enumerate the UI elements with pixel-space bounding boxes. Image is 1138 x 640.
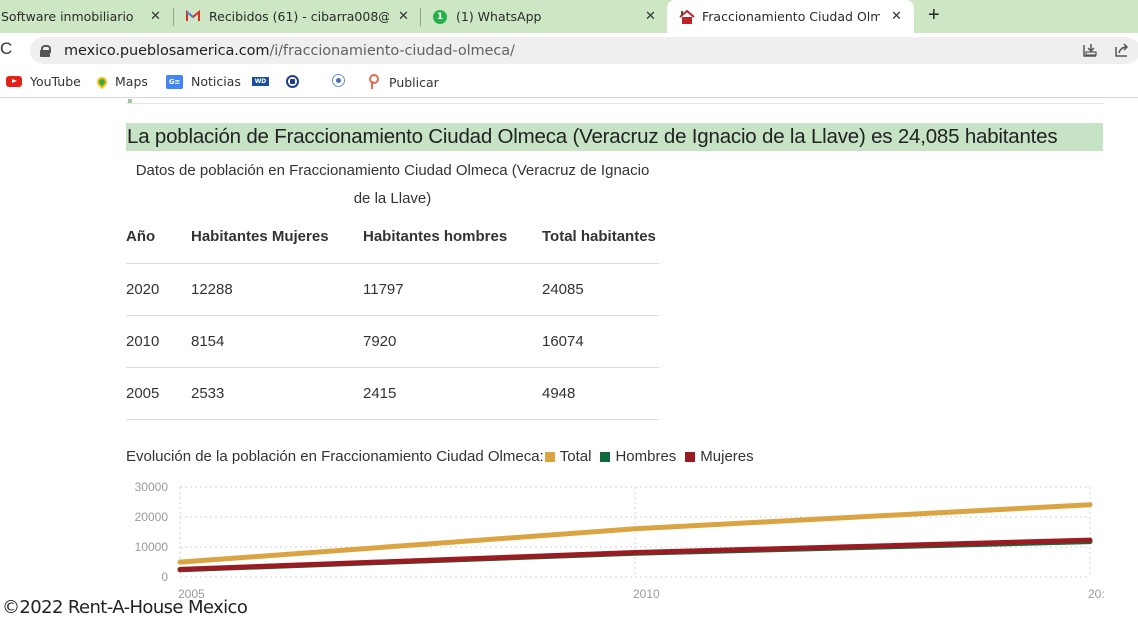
share-icon[interactable] bbox=[1114, 42, 1130, 62]
tab-fraccionamiento-active[interactable]: Fraccionamiento Ciudad Olmeca ✕ bbox=[667, 0, 914, 33]
header-women: Habitantes Mujeres bbox=[191, 211, 363, 264]
bookmark-label: Noticias bbox=[191, 74, 241, 89]
y-tick-label: 10000 bbox=[135, 540, 169, 554]
y-tick-label: 20000 bbox=[135, 510, 169, 524]
bookmark-label: Maps bbox=[115, 74, 148, 89]
cell-men: 7920 bbox=[363, 315, 542, 368]
cell-women: 8154 bbox=[191, 315, 363, 368]
youtube-icon bbox=[6, 76, 22, 87]
cell-year: 2005 bbox=[126, 367, 191, 420]
house-icon bbox=[679, 9, 695, 24]
population-table: Año Habitantes Mujeres Habitantes hombre… bbox=[126, 211, 659, 420]
bookmark-label: YouTube bbox=[30, 74, 81, 89]
table-row: 2020 12288 11797 24085 bbox=[126, 263, 659, 316]
watermark: ©2022 Rent-A-House Mexico bbox=[2, 597, 248, 618]
maps-pin-icon bbox=[94, 74, 110, 89]
lock-icon[interactable] bbox=[40, 44, 51, 57]
x-tick-label: 2010 bbox=[633, 587, 660, 601]
legend-swatch-mujeres bbox=[685, 451, 696, 462]
wd-icon: WD bbox=[252, 77, 269, 86]
bookmark-location[interactable] bbox=[332, 74, 353, 87]
page-content: La población de Fraccionamiento Ciudad O… bbox=[0, 99, 1138, 640]
tab-title: Fraccionamiento Ciudad Olmeca bbox=[702, 9, 880, 24]
url-path: /i/fraccionamiento-ciudad-olmeca/ bbox=[269, 42, 515, 59]
series-line-mujeres bbox=[177, 537, 1093, 572]
tab-title: Software inmobiliario bbox=[1, 9, 134, 24]
cell-year: 2010 bbox=[126, 315, 191, 368]
chart-heading: Evolución de la población en Fraccionami… bbox=[126, 448, 762, 465]
url-input[interactable]: mexico.pueblosamerica.com/i/fraccionamie… bbox=[30, 37, 1138, 64]
address-bar: C mexico.pueblosamerica.com/i/fraccionam… bbox=[0, 33, 1138, 68]
url-text[interactable]: mexico.pueblosamerica.com/i/fraccionamie… bbox=[64, 43, 515, 59]
table-header-row: Año Habitantes Mujeres Habitantes hombre… bbox=[126, 211, 659, 264]
tab-title: Recibidos (61) - cibarra008@gma bbox=[209, 9, 389, 24]
table-row: 2010 8154 7920 16074 bbox=[126, 315, 659, 368]
gmail-icon bbox=[186, 9, 200, 24]
tab-title: (1) WhatsApp bbox=[456, 9, 542, 24]
bookmark-wd[interactable]: WD bbox=[252, 77, 277, 86]
cell-women: 2533 bbox=[191, 367, 363, 420]
bookmark-publicar[interactable]: Publicar bbox=[369, 74, 439, 90]
population-line-chart: 01000020000300002005 2010 20: bbox=[135, 480, 1105, 601]
bookmark-youtube[interactable]: YouTube bbox=[6, 74, 81, 89]
close-icon[interactable]: ✕ bbox=[398, 9, 409, 24]
close-icon[interactable]: ✕ bbox=[891, 9, 902, 24]
news-icon: G≡ bbox=[166, 74, 183, 89]
population-headline: La población de Fraccionamiento Ciudad O… bbox=[126, 123, 1103, 151]
cell-total: 16074 bbox=[542, 315, 659, 368]
legend-swatch-hombres bbox=[600, 451, 611, 462]
bookmark-label: Publicar bbox=[389, 74, 439, 90]
location-circle-icon bbox=[332, 74, 345, 87]
tab-bar: Software inmobiliario ✕ Recibidos (61) -… bbox=[0, 0, 1138, 33]
url-host: mexico.pueblosamerica.com bbox=[64, 42, 270, 59]
y-tick-label: 0 bbox=[161, 570, 168, 584]
marker bbox=[128, 99, 132, 103]
bookmark-circle-app[interactable] bbox=[286, 75, 307, 88]
circle-app-icon bbox=[286, 75, 299, 88]
cell-total: 4948 bbox=[542, 367, 659, 420]
legend-label-total: Total bbox=[559, 448, 592, 465]
bookmark-noticias[interactable]: G≡ Noticias bbox=[166, 74, 241, 89]
table-row: 2005 2533 2415 4948 bbox=[126, 367, 659, 420]
close-icon[interactable]: ✕ bbox=[645, 9, 656, 24]
chart-title: Evolución de la población en Fraccionami… bbox=[126, 448, 544, 465]
whatsapp-icon: 1 bbox=[433, 9, 447, 24]
new-tab-button[interactable]: + bbox=[928, 4, 940, 27]
cell-year: 2020 bbox=[126, 263, 191, 316]
table-caption: Datos de población en Fraccionamiento Ci… bbox=[135, 162, 650, 207]
close-icon[interactable]: ✕ bbox=[150, 9, 161, 24]
header-year: Año bbox=[126, 211, 191, 264]
legend-label-hombres: Hombres bbox=[615, 448, 677, 465]
top-divider bbox=[126, 99, 1104, 104]
cell-women: 12288 bbox=[191, 263, 363, 316]
tab-software-inmobiliario[interactable]: Software inmobiliario ✕ bbox=[0, 0, 172, 33]
bookmark-maps[interactable]: Maps bbox=[94, 74, 148, 89]
cell-men: 11797 bbox=[363, 263, 542, 316]
key-icon bbox=[369, 74, 379, 90]
cell-total: 24085 bbox=[542, 263, 659, 316]
x-tick-label: 20: bbox=[1088, 587, 1105, 601]
cell-men: 2415 bbox=[363, 367, 542, 420]
legend-label-mujeres: Mujeres bbox=[700, 448, 754, 465]
bookmarks-bar: YouTube Maps G≡ Noticias WD Publicar bbox=[0, 68, 1138, 98]
install-download-icon[interactable] bbox=[1082, 42, 1098, 62]
reload-icon[interactable]: C bbox=[0, 39, 12, 59]
tab-whatsapp[interactable]: 1 (1) WhatsApp ✕ bbox=[421, 0, 666, 33]
legend-swatch-total bbox=[544, 451, 555, 462]
tab-gmail[interactable]: Recibidos (61) - cibarra008@gma ✕ bbox=[174, 0, 419, 33]
header-total: Total habitantes bbox=[542, 211, 659, 264]
header-men: Habitantes hombres bbox=[363, 211, 542, 264]
y-tick-label: 30000 bbox=[135, 480, 169, 494]
